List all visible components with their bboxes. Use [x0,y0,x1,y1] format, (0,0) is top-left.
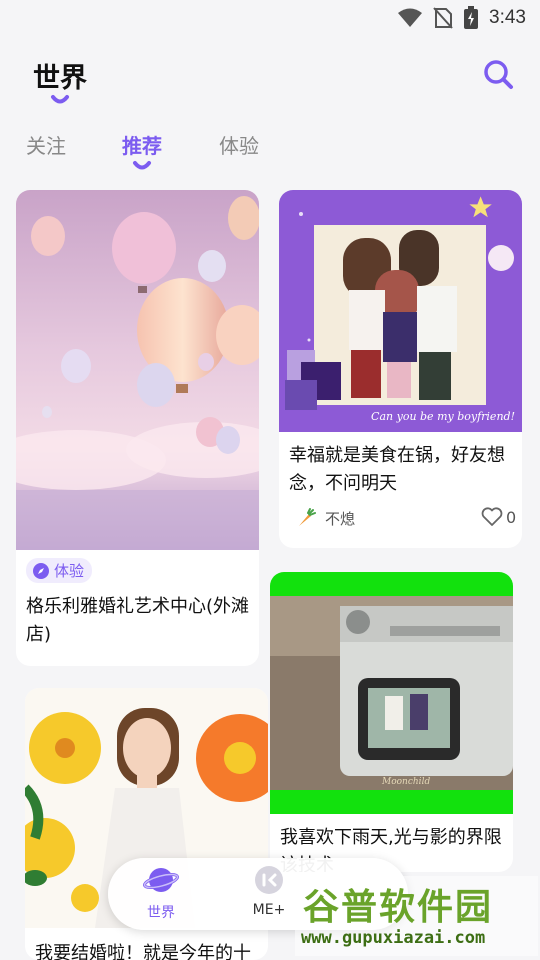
search-icon[interactable] [480,56,516,92]
tab-experience[interactable]: 体验 [219,130,259,159]
watermark-url: www.gupuxiazai.com [301,928,486,948]
card-title: 我要结婚啦！就是今年的十 [35,940,263,960]
feed-card[interactable]: Moonchild 我喜欢下雨天,光与影的界限 该技术 [270,572,513,872]
watermark-text: 谷普软件园 [303,887,494,928]
tab-bar: 关注 推荐 体验 [0,126,540,172]
carrot-avatar-icon [299,508,316,526]
watermark: 谷普软件园 www.gupuxiazai.com [295,876,538,956]
header: 世界 [0,48,540,108]
battery-icon [464,6,479,29]
like-count: 0 [506,507,517,527]
compass-icon [33,562,49,579]
feed-card[interactable]: Can you be my boyfriend! 幸福就是美食在锅，好友想 念，… [279,190,522,548]
status-time: 3:43 [489,7,526,28]
nav-me-plus[interactable]: ME+ [234,864,304,918]
card-author[interactable]: 不熄 [295,507,355,529]
card-image-balloons [16,190,259,550]
card-title-line: 格乐利雅婚礼艺术中心(外滩 [26,596,250,617]
no-sim-icon [433,7,453,29]
nav-world[interactable]: 世界 [126,864,196,922]
experience-badge: 体验 [26,558,93,583]
card-title-line: 念，不问明天 [289,473,397,494]
feed-card[interactable]: 体验 格乐利雅婚礼艺术中心(外滩 店) [16,190,259,666]
page-title: 世界 [33,63,87,94]
image-caption: Can you be my boyfriend! [371,410,515,423]
smile-accent-icon [51,95,69,104]
heart-icon [481,507,503,526]
card-title-line: 我要结婚啦！就是今年的十 [35,943,251,960]
status-icons: 3:43 [397,6,526,30]
wifi-icon [398,8,423,27]
card-title: 幸福就是美食在锅，好友想 念，不问明天 [289,442,517,498]
tab-active-indicator [133,161,151,170]
like-button[interactable]: 0 [481,507,516,527]
card-title-line: 幸福就是美食在锅，好友想 [289,445,505,466]
nav-label: 世界 [147,905,175,921]
card-title: 格乐利雅婚礼艺术中心(外滩 店) [26,593,254,649]
me-plus-icon [255,866,283,894]
card-title-line: 我喜欢下雨天,光与影的界限 [280,827,502,848]
status-bar: 3:43 [0,0,540,36]
card-title-line: 店) [26,624,52,645]
tab-recommended[interactable]: 推荐 [122,130,162,159]
card-image-camera: Moonchild [270,572,513,814]
author-name: 不熄 [325,509,356,528]
tab-following[interactable]: 关注 [26,130,66,159]
nav-label: ME+ [252,902,286,918]
planet-icon [143,868,179,892]
badge-label: 体验 [54,562,85,580]
card-image-friends: Can you be my boyfriend! [279,190,522,432]
image-caption: Moonchild [381,777,430,787]
